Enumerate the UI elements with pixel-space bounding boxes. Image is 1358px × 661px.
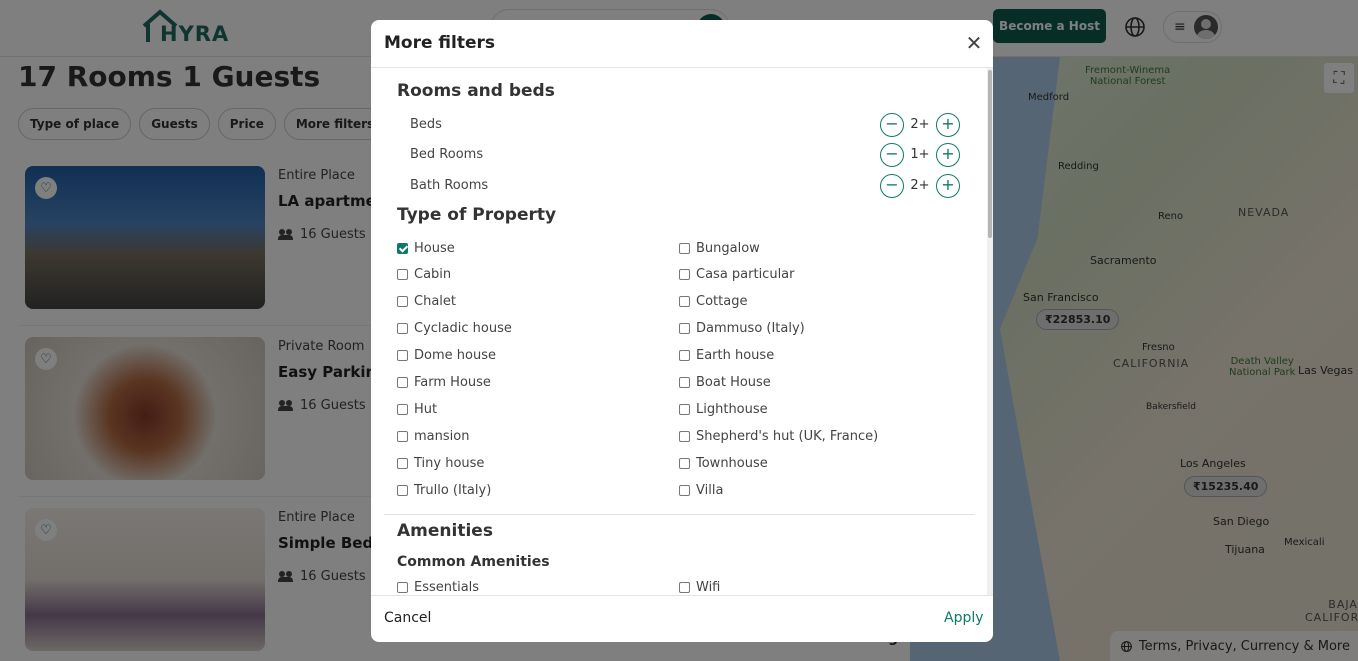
checkbox-label: Farm House: [414, 375, 491, 390]
checkbox-label: Dome house: [414, 348, 496, 364]
checkbox-label: House: [414, 240, 455, 256]
checkbox-earth-house[interactable]: Earth house: [679, 346, 774, 366]
modal-body[interactable]: Rooms and beds Beds − 2+ + Bed Rooms − 1…: [371, 68, 987, 595]
plus-icon[interactable]: +: [936, 113, 960, 137]
stepper-value: 2+: [910, 117, 930, 132]
checkbox[interactable]: [679, 323, 690, 335]
plus-icon[interactable]: +: [936, 174, 960, 198]
checkbox[interactable]: [397, 457, 408, 469]
checkbox-label: Trullo (Italy): [414, 482, 492, 498]
stepper-control: − 2+ +: [880, 174, 962, 200]
minus-icon[interactable]: −: [880, 113, 904, 137]
checkbox-label: Dammuso (Italy): [696, 321, 805, 337]
checkbox-dammuso-italy[interactable]: Dammuso (Italy): [679, 319, 805, 339]
checkbox-shepherd-s-hut-uk-france[interactable]: Shepherd's hut (UK, France): [679, 426, 878, 446]
checkbox[interactable]: [397, 350, 408, 362]
cancel-button[interactable]: Cancel: [384, 610, 431, 626]
checkbox[interactable]: [679, 484, 690, 496]
checkbox-label: Chalet: [414, 294, 456, 310]
checkbox-label: Essentials: [414, 579, 480, 595]
modal-header: More filters ✕: [371, 20, 993, 68]
checkbox-label: Boat House: [696, 375, 771, 390]
stepper-label: Beds: [410, 117, 442, 132]
checkbox[interactable]: [679, 296, 690, 308]
checkbox-hut[interactable]: Hut: [397, 399, 437, 419]
stepper-value: 1+: [910, 147, 930, 162]
stepper-bath-rooms: Bath Rooms − 2+ +: [410, 174, 962, 200]
checkbox-label: Hut: [414, 401, 438, 417]
checkbox-label: Cottage: [696, 294, 748, 310]
checkbox-villa[interactable]: Villa: [679, 480, 723, 500]
checkbox-label: Lighthouse: [696, 401, 768, 417]
checkbox-label: Shepherd's hut (UK, France): [696, 428, 879, 444]
checkbox-trullo-italy[interactable]: Trullo (Italy): [397, 480, 491, 500]
checkbox-townhouse[interactable]: Townhouse: [679, 453, 768, 473]
checkbox[interactable]: [679, 377, 690, 388]
checkbox-lighthouse[interactable]: Lighthouse: [679, 399, 768, 419]
checkbox-label: Tiny house: [414, 455, 485, 471]
stepper-beds: Beds − 2+ +: [410, 113, 962, 139]
checkbox-farm-house[interactable]: Farm House: [397, 373, 491, 393]
checkbox-label: Villa: [696, 482, 724, 498]
plus-icon[interactable]: +: [936, 143, 960, 167]
checkbox-wifi[interactable]: Wifi: [679, 577, 720, 595]
checkbox-chalet[interactable]: Chalet: [397, 292, 456, 312]
checkbox-label: Earth house: [696, 348, 775, 364]
stepper-bed-rooms: Bed Rooms − 1+ +: [410, 143, 962, 169]
checkbox[interactable]: [679, 269, 690, 281]
stepper-label: Bath Rooms: [410, 178, 489, 193]
checkbox[interactable]: [397, 403, 408, 415]
property-section-title: Type of Property: [397, 205, 557, 225]
checkbox[interactable]: [397, 296, 408, 308]
checkbox-cottage[interactable]: Cottage: [679, 292, 747, 312]
checkbox[interactable]: [397, 430, 408, 442]
checkbox-boat-house[interactable]: Boat House: [679, 373, 771, 393]
checkbox[interactable]: [397, 242, 408, 254]
checkbox-bungalow[interactable]: Bungalow: [679, 238, 760, 258]
checkbox-essentials[interactable]: Essentials: [397, 577, 479, 595]
checkbox[interactable]: [679, 457, 690, 469]
checkbox[interactable]: [679, 242, 690, 254]
modal-title: More filters: [384, 33, 496, 53]
checkbox[interactable]: [397, 269, 408, 281]
checkbox-casa-particular[interactable]: Casa particular: [679, 265, 795, 285]
checkbox[interactable]: [679, 581, 690, 593]
scroll-thumb[interactable]: [988, 70, 992, 238]
minus-icon[interactable]: −: [880, 143, 904, 167]
minus-icon[interactable]: −: [880, 174, 904, 198]
checkbox[interactable]: [397, 581, 408, 593]
scrollbar[interactable]: [987, 68, 993, 595]
checkbox-label: mansion: [414, 428, 470, 444]
checkbox[interactable]: [397, 377, 408, 388]
apply-button[interactable]: Apply: [944, 610, 984, 626]
checkbox[interactable]: [679, 350, 690, 362]
checkbox[interactable]: [397, 484, 408, 496]
checkbox[interactable]: [397, 323, 408, 335]
checkbox[interactable]: [679, 430, 690, 442]
stepper-control: − 2+ +: [880, 113, 962, 139]
checkbox-label: Casa particular: [696, 267, 795, 283]
common-amenities-title: Common Amenities: [397, 554, 550, 570]
checkbox[interactable]: [679, 403, 690, 415]
checkbox-label: Wifi: [696, 579, 721, 595]
close-icon[interactable]: ✕: [964, 33, 984, 54]
checkbox-tiny-house[interactable]: Tiny house: [397, 453, 484, 473]
checkbox-dome-house[interactable]: Dome house: [397, 346, 496, 366]
divider: [384, 514, 975, 515]
modal-footer: Cancel Apply: [371, 595, 993, 642]
checkbox-label: Townhouse: [696, 455, 768, 471]
checkbox-cabin[interactable]: Cabin: [397, 265, 451, 285]
amenities-section-title: Amenities: [397, 521, 493, 541]
checkbox-label: Bungalow: [696, 240, 760, 256]
more-filters-modal: More filters ✕ Rooms and beds Beds − 2+ …: [371, 20, 993, 642]
checkbox-house[interactable]: House: [397, 238, 455, 258]
rooms-section-title: Rooms and beds: [397, 81, 555, 101]
checkbox-label: Cabin: [414, 267, 452, 283]
stepper-control: − 1+ +: [880, 143, 962, 169]
stepper-value: 2+: [910, 178, 930, 193]
checkbox-label: Cycladic house: [414, 321, 512, 337]
checkbox-mansion[interactable]: mansion: [397, 426, 469, 446]
checkbox-cycladic-house[interactable]: Cycladic house: [397, 319, 512, 339]
stepper-label: Bed Rooms: [410, 147, 484, 162]
